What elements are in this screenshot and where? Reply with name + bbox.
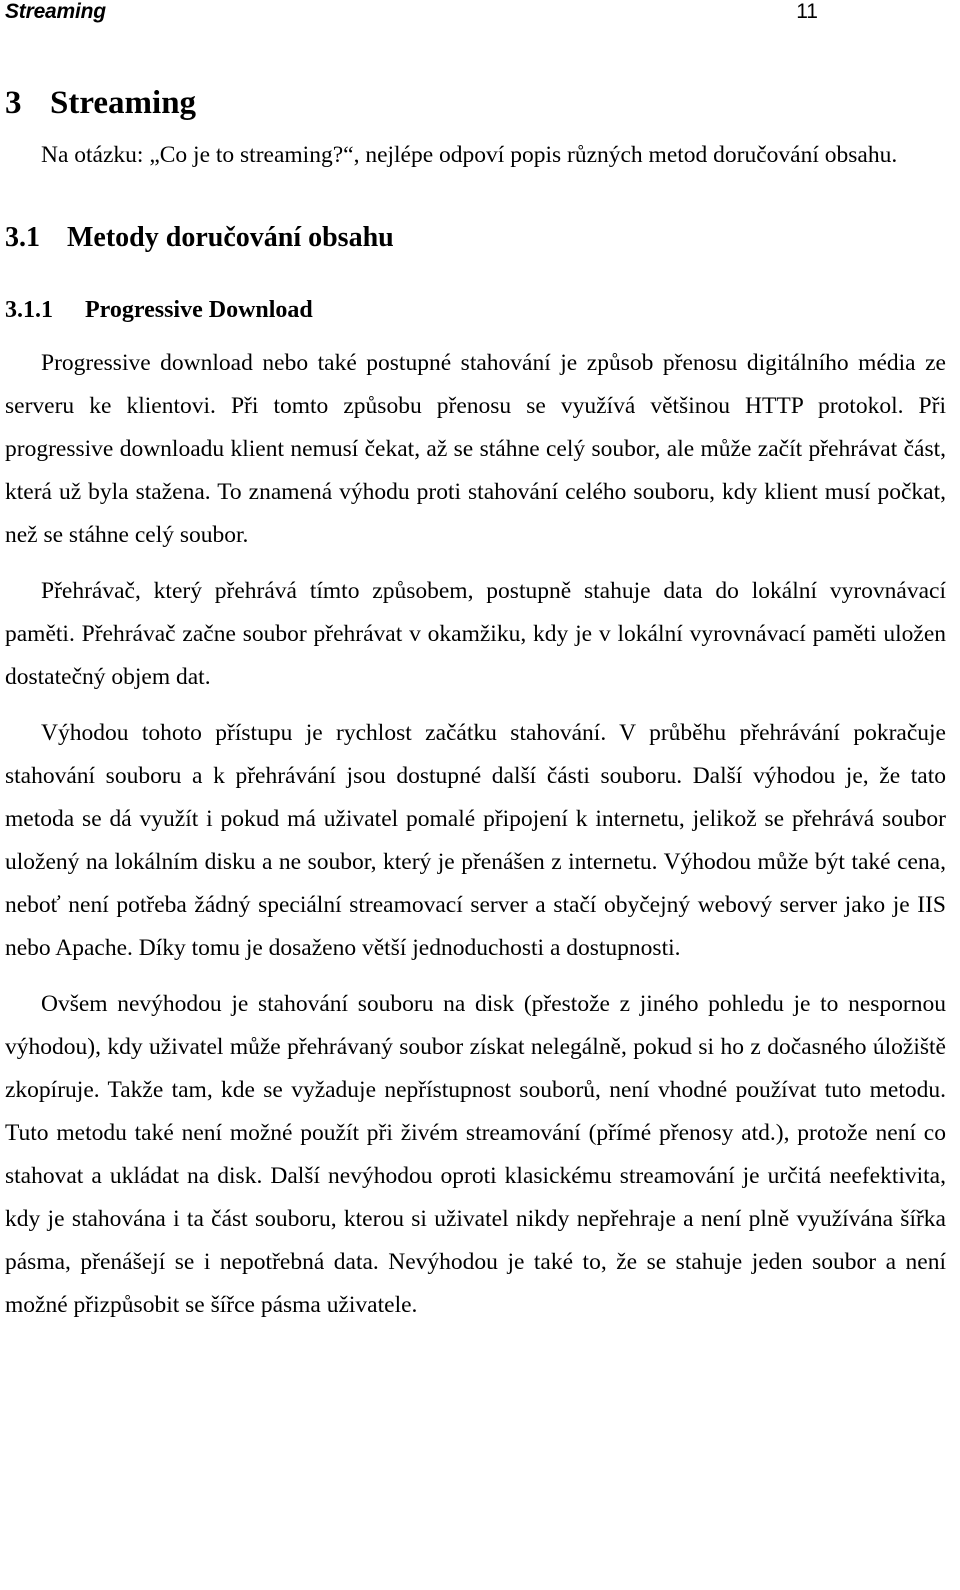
paragraph-progressive-download-definition: Progressive download nebo také postupné …	[5, 350, 946, 548]
document-page: Streaming 11 3 Streaming Na otázku: „Co …	[0, 0, 960, 1590]
running-header-page-number: 11	[796, 0, 818, 23]
paragraph-intro: Na otázku: „Co je to streaming?“, nejlép…	[41, 142, 898, 168]
running-header-title: Streaming	[5, 0, 106, 23]
section-heading-level-3: 3.1.1 Progressive Download	[5, 296, 946, 324]
subsection-title: Metody doručování obsahu	[67, 222, 394, 253]
paragraph-advantages: Výhodou tohoto přístupu je rychlost začá…	[5, 720, 946, 961]
subsubsection-title: Progressive Download	[85, 297, 313, 323]
subsection-number: 3.1	[5, 222, 40, 253]
section-heading-level-1: 3 Streaming	[5, 84, 946, 122]
subsubsection-number: 3.1.1	[5, 297, 53, 323]
running-header: Streaming 11	[5, 0, 946, 34]
section-title: Streaming	[50, 85, 197, 121]
paragraph-player-buffering: Přehrávač, který přehrává tímto způsobem…	[5, 578, 946, 690]
section-heading-level-2: 3.1 Metody doručování obsahu	[5, 222, 946, 254]
section-number: 3	[5, 85, 22, 121]
paragraph-disadvantages: Ovšem nevýhodou je stahování souboru na …	[5, 991, 946, 1318]
